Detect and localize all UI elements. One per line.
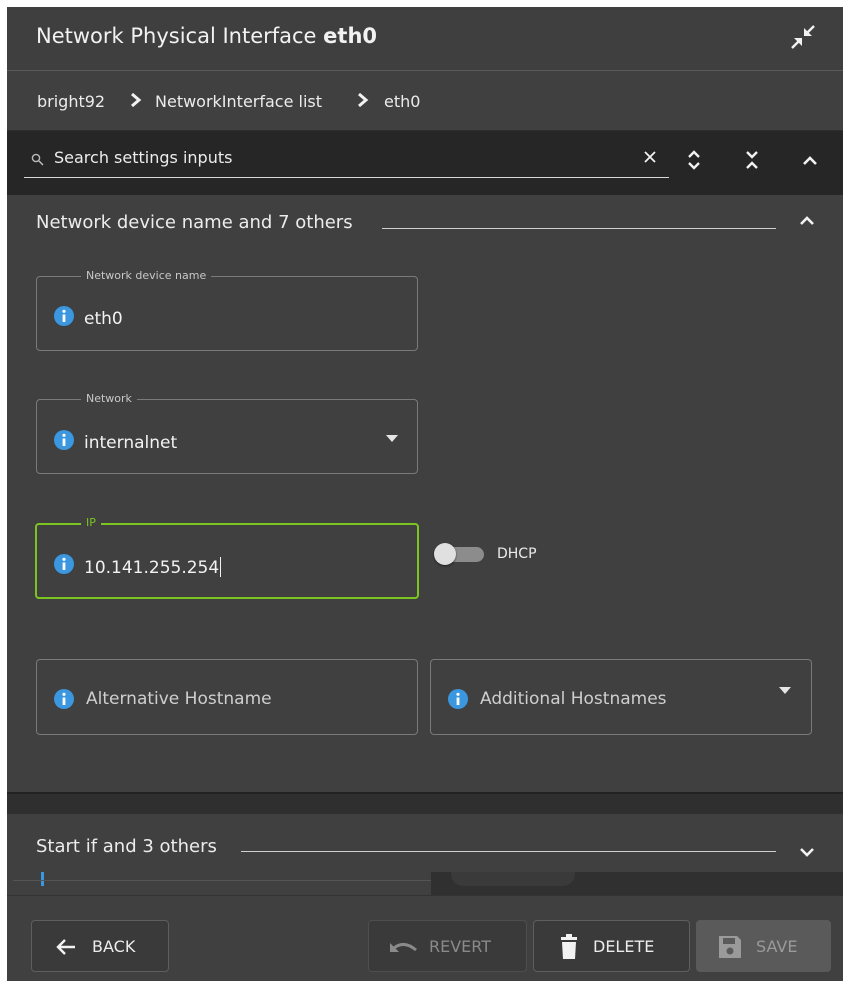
dropdown-arrow-icon[interactable] [779, 687, 791, 694]
page-title-name: eth0 [323, 24, 377, 48]
delete-label: DELETE [593, 937, 655, 956]
network-select[interactable]: Network internalnet [36, 392, 418, 474]
chevron-up-icon[interactable] [799, 214, 815, 226]
additional-hostnames-select[interactable]: Additional Hostnames [430, 659, 812, 735]
collapse-icon[interactable] [790, 24, 816, 50]
alternative-hostname-placeholder: Alternative Hostname [86, 689, 272, 709]
preview-pill [451, 872, 575, 886]
back-label: BACK [92, 937, 136, 956]
dialog-panel: Network Physical Interface eth0 bright92… [7, 7, 843, 981]
collapse-all-icon[interactable] [741, 147, 763, 173]
dropdown-arrow-icon[interactable] [386, 435, 398, 442]
revert-button[interactable]: REVERT [368, 920, 527, 972]
chevron-down-icon[interactable] [799, 846, 815, 858]
page-title: Network Physical Interface eth0 [36, 24, 377, 48]
additional-hostnames-placeholder: Additional Hostnames [480, 689, 667, 709]
scroll-marker [41, 872, 44, 886]
info-icon[interactable] [54, 689, 74, 709]
dhcp-toggle[interactable] [434, 543, 486, 565]
chevron-up-icon[interactable] [799, 147, 821, 173]
dhcp-label: DHCP [497, 546, 537, 562]
save-button[interactable]: SAVE [696, 920, 831, 972]
close-icon[interactable] [643, 150, 657, 164]
alternative-hostname-field[interactable]: Alternative Hostname [36, 659, 418, 735]
trash-icon [561, 934, 577, 959]
section-separator [7, 792, 843, 814]
search-underline [24, 177, 669, 178]
chevron-right-icon [131, 92, 142, 108]
preview-line [13, 880, 431, 881]
back-button[interactable]: BACK [31, 920, 169, 972]
undo-icon [390, 943, 417, 952]
field-label: Network [81, 392, 137, 405]
section-header-start-if[interactable]: Start if and 3 others [36, 836, 217, 857]
network-select-value: internalnet [84, 433, 178, 453]
ip-input[interactable]: 10.141.255.254 [84, 557, 222, 578]
field-label: IP [81, 516, 101, 529]
breadcrumb-item-cluster[interactable]: bright92 [37, 92, 105, 111]
section-divider [241, 851, 776, 852]
save-label: SAVE [756, 937, 798, 956]
chevron-right-icon [358, 92, 369, 108]
revert-label: REVERT [429, 937, 492, 956]
search-input[interactable]: Search settings inputs [54, 148, 232, 167]
footer-bar: BACK REVERT DELETE SAVE [7, 895, 843, 981]
breadcrumb-item-current: eth0 [384, 92, 421, 111]
search-icon [31, 153, 44, 166]
ip-field[interactable]: IP 10.141.255.254 [35, 516, 419, 599]
expand-all-icon[interactable] [683, 147, 705, 173]
network-device-name-field[interactable]: Network device name eth0 [36, 269, 418, 351]
section-header-general[interactable]: Network device name and 7 others [36, 212, 353, 233]
breadcrumb-item-list[interactable]: NetworkInterface list [155, 92, 322, 111]
info-icon[interactable] [54, 430, 74, 450]
field-label: Network device name [81, 269, 212, 282]
info-icon[interactable] [54, 306, 74, 326]
search-bar: Search settings inputs [7, 131, 843, 195]
toggle-knob [434, 543, 456, 565]
info-icon[interactable] [54, 554, 74, 574]
info-icon[interactable] [448, 689, 468, 709]
network-device-name-value: eth0 [84, 309, 123, 329]
arrow-left-icon [56, 939, 75, 955]
section-divider [382, 228, 776, 229]
delete-button[interactable]: DELETE [533, 920, 690, 972]
title-bar: Network Physical Interface eth0 [7, 7, 843, 71]
breadcrumb: bright92 NetworkInterface list eth0 [7, 71, 843, 131]
floppy-icon [719, 936, 741, 958]
